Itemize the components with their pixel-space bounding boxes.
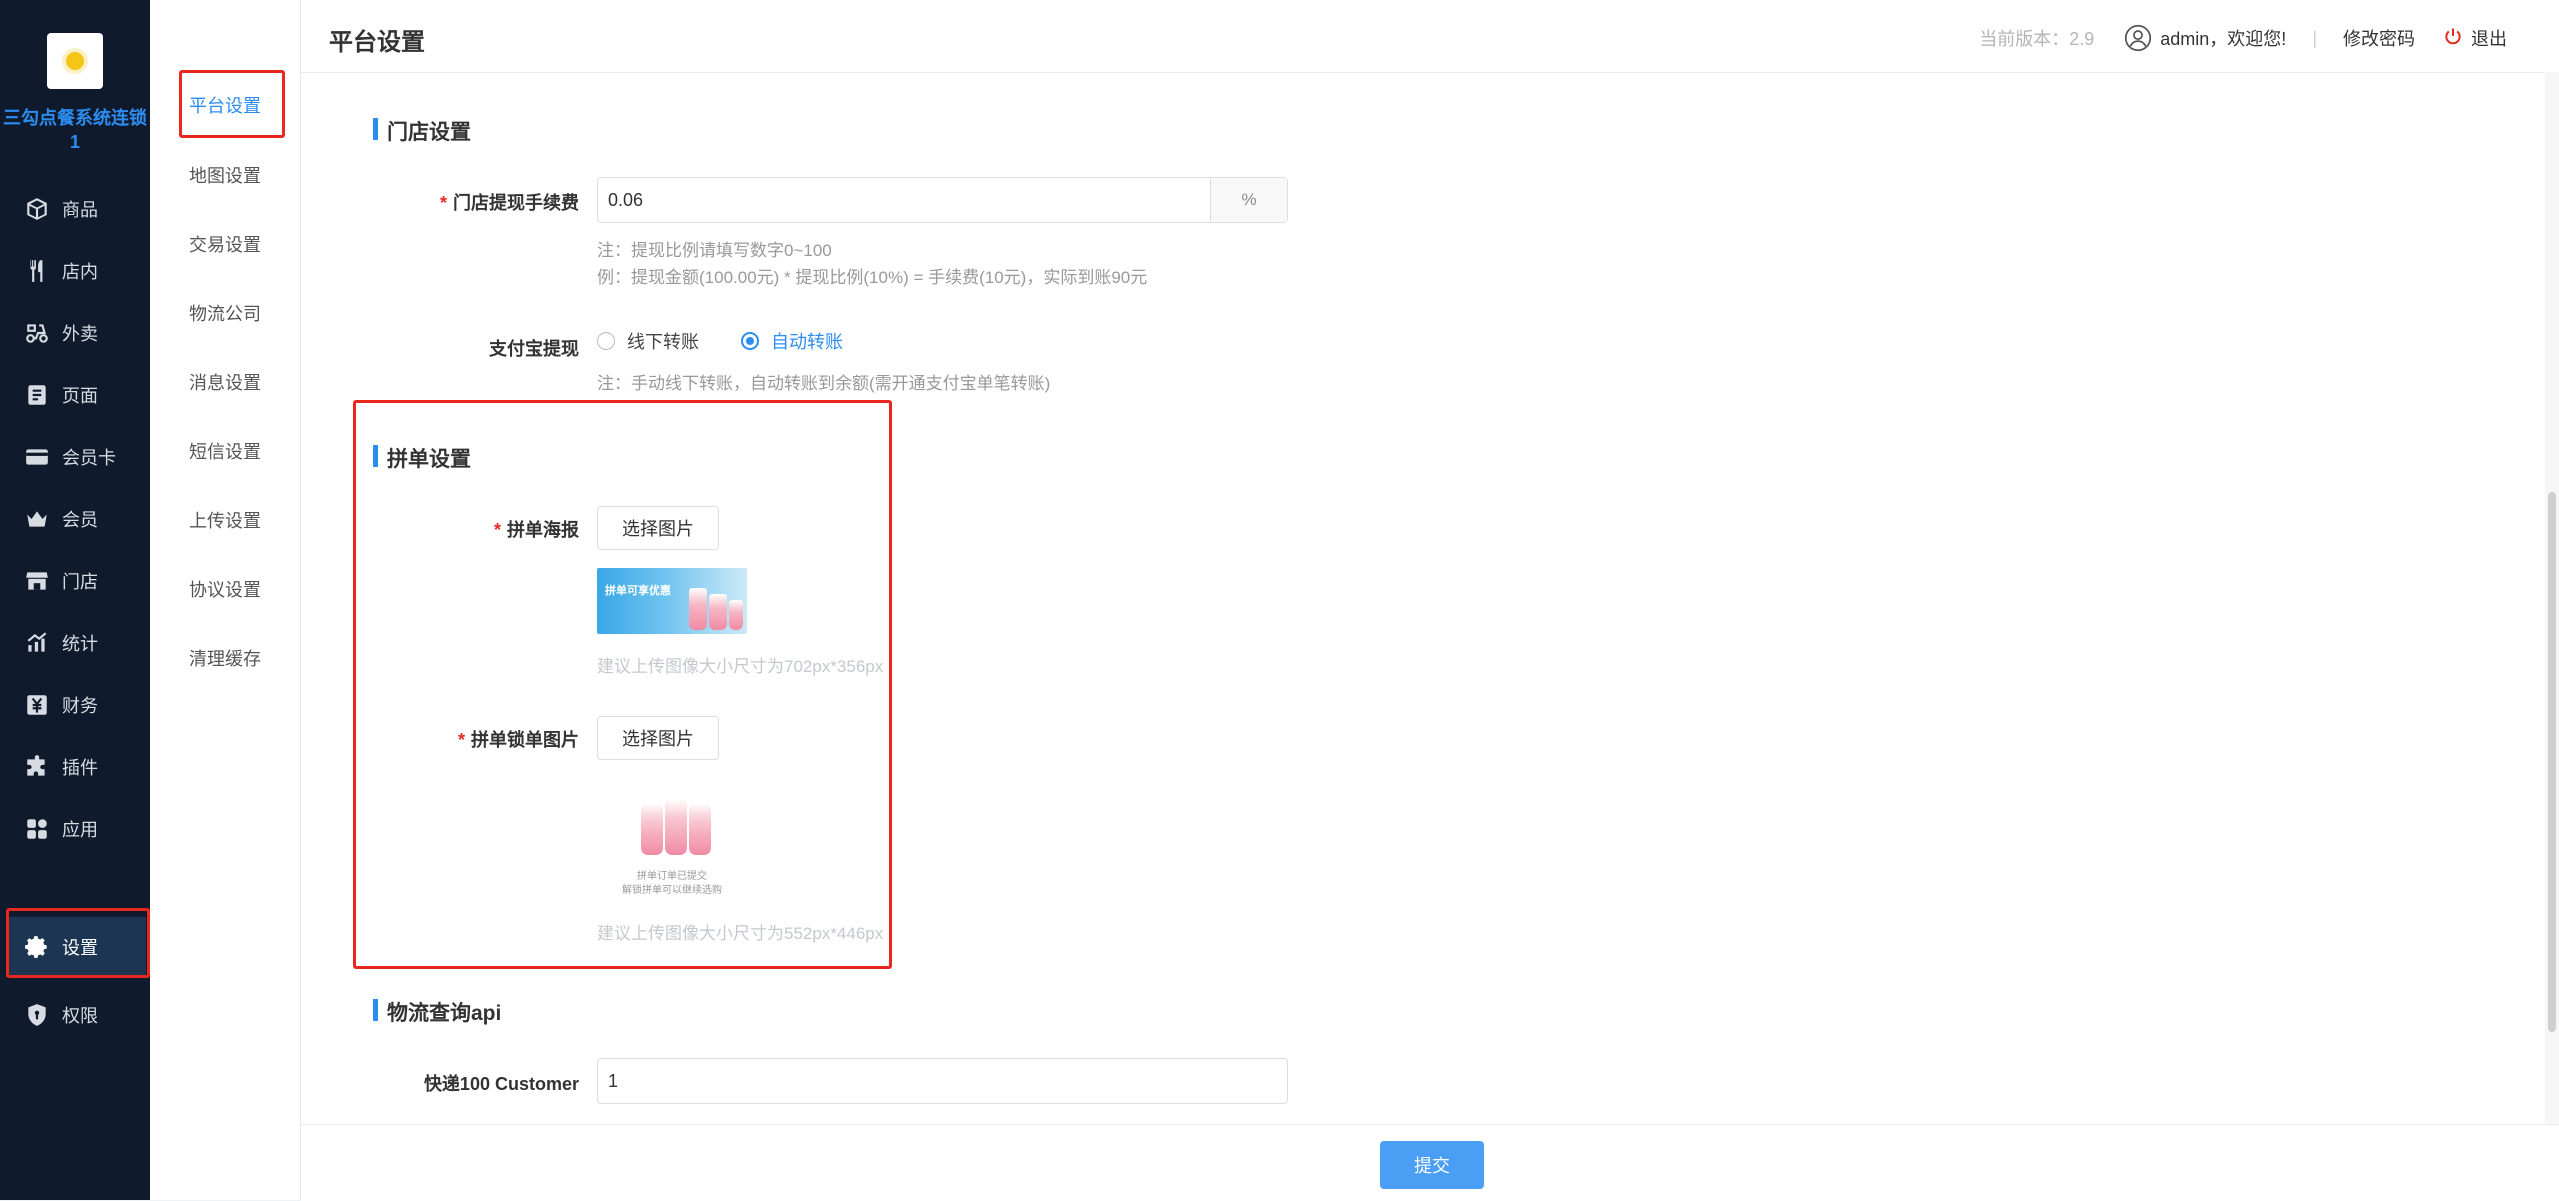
store-fee-note-1: 注：提现比例请填写数字0~100: [597, 241, 832, 260]
box-icon: [24, 196, 50, 222]
sidebar-item-finance[interactable]: 财务: [6, 674, 146, 736]
sidebar-item-settings[interactable]: 设置: [6, 917, 146, 977]
select-poster-image-button[interactable]: 选择图片: [597, 506, 719, 550]
percent-suffix: %: [1210, 178, 1287, 222]
scrollbar-thumb[interactable]: [2548, 492, 2556, 1032]
select-lock-image-button[interactable]: 选择图片: [597, 716, 719, 760]
sidebar-item-apps[interactable]: 应用: [6, 798, 146, 860]
app-logo: [47, 33, 103, 89]
subnav-message-settings[interactable]: 消息设置: [150, 369, 300, 395]
kuaidi100-customer-input[interactable]: [598, 1059, 1287, 1103]
submit-button[interactable]: 提交: [1380, 1141, 1484, 1189]
group-lock-image[interactable]: 拼单订单已提交 解锁拼单可以继续选购: [597, 783, 747, 898]
page-title: 平台设置: [329, 29, 425, 56]
subnav-logistics-company[interactable]: 物流公司: [150, 300, 300, 326]
shield-icon: [24, 1002, 50, 1028]
logout-button[interactable]: 退出: [2443, 25, 2507, 51]
sidebar-item-permissions[interactable]: 权限: [6, 984, 146, 1046]
main-sidebar: 三勾点餐系统连锁1 商品 店内 外卖 页面 会员卡 会员 门店 统计 财务 插件: [0, 0, 150, 1200]
radio-auto-transfer[interactable]: 自动转账: [741, 328, 843, 354]
sidebar-item-delivery[interactable]: 外卖: [6, 302, 146, 364]
apps-icon: [24, 816, 50, 842]
kuaidi100-customer-input-group: [597, 1058, 1288, 1104]
user-avatar-icon: [2124, 24, 2152, 52]
sidebar-item-member-card[interactable]: 会员卡: [6, 426, 146, 488]
section-title-store: 门店设置: [373, 116, 471, 146]
subnav-agreement-settings[interactable]: 协议设置: [150, 576, 300, 602]
puzzle-icon: [24, 754, 50, 780]
store-fee-label: * 门店提现手续费: [439, 193, 579, 213]
chart-icon: [24, 630, 50, 656]
crown-icon: [24, 506, 50, 532]
subnav-trade-settings[interactable]: 交易设置: [150, 231, 300, 257]
store-icon: [24, 568, 50, 594]
subnav-map-settings[interactable]: 地图设置: [150, 162, 300, 188]
subnav-upload-settings[interactable]: 上传设置: [150, 507, 300, 533]
lock-image-caption-2: 解锁拼单可以继续选购: [622, 885, 722, 896]
radio-offline-transfer[interactable]: 线下转账: [597, 328, 699, 354]
group-poster-label: * 拼单海报: [493, 520, 579, 540]
sidebar-item-instore[interactable]: 店内: [6, 240, 146, 302]
section-title-logistics-api: 物流查询api: [373, 997, 501, 1027]
sidebar-item-members[interactable]: 会员: [6, 488, 146, 550]
change-password-link[interactable]: 修改密码: [2343, 25, 2415, 51]
header-separator: |: [2312, 27, 2317, 48]
header-actions: 当前版本：2.9 admin，欢迎您! | 修改密码 退出: [1979, 24, 2507, 52]
store-fee-input[interactable]: [598, 178, 1210, 222]
sidebar-item-plugins[interactable]: 插件: [6, 736, 146, 798]
subnav-platform-settings[interactable]: 平台设置: [150, 92, 300, 118]
card-icon: [24, 444, 50, 470]
power-icon: [2443, 26, 2471, 51]
lock-image-size-hint: 建议上传图像大小尺寸为552px*446px: [597, 924, 884, 943]
settings-form: 门店设置 *门店提现手续费 % 注：提现比例请填写数字0~100 例：提现金额(…: [301, 73, 2559, 1123]
page-icon: [24, 382, 50, 408]
radio-dot-checked: [741, 332, 759, 350]
top-header: 平台设置 当前版本：2.9 admin，欢迎您! | 修改密码 退出: [301, 0, 2559, 73]
section-title-group-order: 拼单设置: [373, 443, 471, 473]
settings-subnav: 平台设置 地图设置 交易设置 物流公司 消息设置 短信设置 上传设置 协议设置 …: [150, 0, 301, 1200]
yuan-icon: [24, 692, 50, 718]
welcome-user: admin，欢迎您!: [2160, 29, 2287, 49]
sidebar-item-stats[interactable]: 统计: [6, 612, 146, 674]
store-fee-note-2: 例：提现金额(100.00元) * 提现比例(10%) = 手续费(10元)，实…: [597, 268, 1148, 287]
group-lock-image-label: * 拼单锁单图片: [457, 730, 579, 750]
subnav-sms-settings[interactable]: 短信设置: [150, 438, 300, 464]
sidebar-item-pages[interactable]: 页面: [6, 364, 146, 426]
subnav-clear-cache[interactable]: 清理缓存: [150, 645, 300, 671]
version-label: 当前版本：2.9: [1979, 29, 2095, 49]
poster-size-hint: 建议上传图像大小尺寸为702px*356px: [597, 657, 884, 676]
scooter-icon: [24, 320, 50, 346]
gear-icon: [24, 934, 50, 960]
alipay-withdraw-label: 支付宝提现: [489, 339, 579, 359]
form-footer: 提交: [301, 1124, 2559, 1201]
sidebar-item-stores[interactable]: 门店: [6, 550, 146, 612]
store-fee-input-group: %: [597, 177, 1288, 223]
vertical-scrollbar[interactable]: [2545, 72, 2559, 1124]
alipay-withdraw-note: 注：手动线下转账，自动转账到余额(需开通支付宝单笔转账): [597, 374, 1051, 393]
main-area: 平台设置 当前版本：2.9 admin，欢迎您! | 修改密码 退出 门店设置 …: [301, 0, 2559, 1201]
poster-image-text: 拼单可享优惠: [605, 585, 671, 597]
sidebar-item-goods[interactable]: 商品: [6, 178, 146, 240]
group-poster-image[interactable]: 拼单可享优惠: [597, 568, 747, 634]
kuaidi100-customer-label: 快递100 Customer: [423, 1074, 579, 1094]
radio-dot: [597, 332, 615, 350]
brand-name: 三勾点餐系统连锁1: [3, 108, 147, 152]
alipay-withdraw-radio-group: 线下转账 自动转账: [597, 328, 885, 354]
lock-image-caption-1: 拼单订单已提交: [637, 871, 707, 882]
fork-knife-icon: [24, 258, 50, 284]
